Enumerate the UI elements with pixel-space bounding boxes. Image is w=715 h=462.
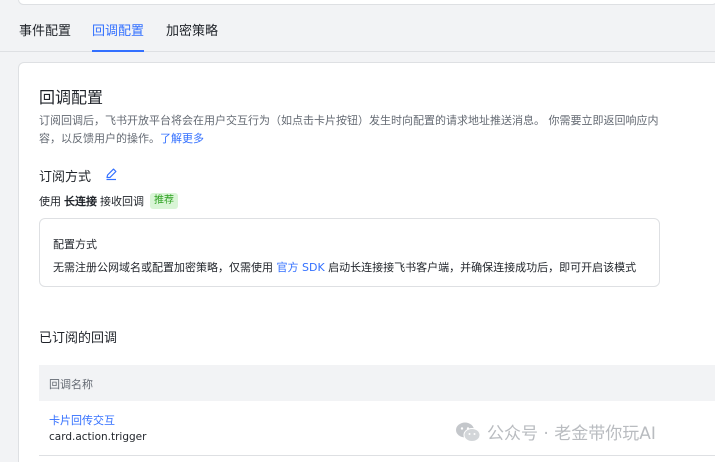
page-title: 回调配置	[39, 88, 104, 107]
use-suffix: 接收回调	[100, 195, 144, 208]
callback-row-code: card.action.trigger	[49, 431, 147, 443]
official-sdk-link[interactable]: 官方 SDK	[277, 261, 325, 274]
wechat-icon	[456, 422, 481, 442]
config-method-title: 配置方式	[53, 238, 97, 251]
tab-event-config[interactable]: 事件配置	[19, 23, 71, 52]
top-strip	[0, 0, 715, 14]
callback-config-card: 回调配置 订阅回调后，飞书开放平台将会在用户交互行为（如点击卡片按钮）发生时向配…	[18, 62, 715, 462]
subscription-mode-line: 使用 长连接 接收回调 推荐	[39, 193, 178, 209]
description-text: 订阅回调后，飞书开放平台将会在用户交互行为（如点击卡片按钮）发生时向配置的请求地…	[39, 114, 659, 145]
tab-callback-config[interactable]: 回调配置	[92, 23, 145, 52]
config-method-box: 配置方式 无需注册公网域名或配置加密策略，仅需使用 官方 SDK 启动长连接接飞…	[39, 218, 660, 287]
subscription-mode-label: 订阅方式	[39, 170, 92, 185]
mode-long-connection: 长连接	[64, 195, 97, 208]
top-card-edge	[18, 0, 715, 5]
edit-icon[interactable]	[104, 167, 118, 181]
watermark-text: 公众号 · 老金带你玩AI	[487, 424, 656, 444]
config-desc-before: 无需注册公网域名或配置加密策略，仅需使用	[53, 261, 273, 274]
watermark: 公众号 · 老金带你玩AI	[455, 419, 656, 444]
tab-bar: 事件配置 回调配置 加密策略	[0, 14, 715, 52]
row-divider	[39, 455, 715, 456]
recommended-badge: 推荐	[150, 193, 178, 209]
use-prefix: 使用	[39, 195, 61, 208]
config-desc-after: 启动长连接接飞书客户端，并确保连接成功后，即可开启该模式	[328, 261, 637, 274]
table-header: 回调名称	[39, 365, 715, 401]
learn-more-link[interactable]: 了解更多	[160, 132, 204, 145]
callback-row-name[interactable]: 卡片回传交互	[49, 412, 115, 428]
config-method-desc: 无需注册公网域名或配置加密策略，仅需使用 官方 SDK 启动长连接接飞书客户端，…	[53, 259, 636, 275]
callback-description: 订阅回调后，飞书开放平台将会在用户交互行为（如点击卡片按钮）发生时向配置的请求地…	[39, 112, 679, 148]
subscribed-callbacks-title: 已订阅的回调	[39, 331, 118, 346]
column-header-callback-name: 回调名称	[49, 378, 93, 391]
tab-encryption-policy[interactable]: 加密策略	[166, 23, 218, 52]
